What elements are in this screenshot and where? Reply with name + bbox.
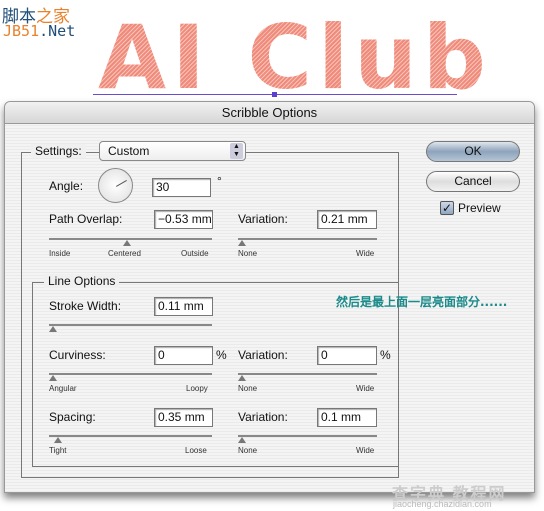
stroke-width-slider[interactable] <box>49 324 212 326</box>
curviness-label: Curviness: <box>49 348 106 362</box>
path-overlap-input[interactable]: −0.53 mm <box>154 210 213 229</box>
slider-label-none: None <box>238 446 258 455</box>
spacing-variation-slider[interactable] <box>238 435 377 437</box>
anchor-point[interactable] <box>272 92 277 97</box>
curviness-input[interactable]: 0 <box>154 346 213 365</box>
curviness-slider-thumb[interactable] <box>49 375 57 381</box>
curviness-variation-label: Variation: <box>238 348 288 362</box>
annotation-text: 然后是最上面一层亮面部分...... <box>336 295 508 309</box>
spacing-label: Spacing: <box>49 410 96 424</box>
angle-dial[interactable] <box>98 168 133 203</box>
line-options-title: Line Options <box>44 274 120 288</box>
path-overlap-variation-label: Variation: <box>238 212 288 226</box>
angle-input[interactable]: 30 <box>152 178 211 197</box>
site-logo-domain: JB51.Net <box>3 22 76 40</box>
cancel-button[interactable]: Cancel <box>426 171 520 192</box>
path-overlap-variation-slider[interactable] <box>238 238 377 240</box>
degree-unit: ° <box>217 174 222 188</box>
stroke-width-input[interactable]: 0.11 mm <box>154 297 213 316</box>
slider-label-loopy: Loopy <box>186 384 208 393</box>
curviness-unit: % <box>216 348 227 362</box>
path-overlap-variation-input[interactable]: 0.21 mm <box>317 210 377 229</box>
settings-value: Custom <box>108 144 150 158</box>
updown-arrows-icon: ▲ ▼ <box>230 143 243 159</box>
spacing-variation-label: Variation: <box>238 410 288 424</box>
spacing-slider-thumb[interactable] <box>54 437 62 443</box>
curviness-variation-slider-thumb[interactable] <box>238 375 246 381</box>
angle-dial-needle <box>116 180 127 187</box>
slider-label-angular: Angular <box>49 384 77 393</box>
scribble-artwork-text: AI Club <box>98 6 492 109</box>
path-overlap-variation-slider-thumb[interactable] <box>238 240 246 246</box>
path-overlap-slider-thumb[interactable] <box>123 240 131 246</box>
spacing-slider[interactable] <box>49 435 212 437</box>
spacing-variation-input[interactable]: 0.1 mm <box>317 408 377 427</box>
slider-label-outside: Outside <box>181 249 209 258</box>
preview-label: Preview <box>458 201 501 215</box>
curviness-variation-input[interactable]: 0 <box>317 346 377 365</box>
curviness-variation-unit: % <box>380 348 391 362</box>
slider-label-inside: Inside <box>49 249 71 258</box>
stroke-width-slider-thumb[interactable] <box>49 326 57 332</box>
slider-label-wide: Wide <box>356 249 375 258</box>
slider-label-centered: Centered <box>108 249 141 258</box>
angle-label: Angle: <box>49 179 84 193</box>
checkmark-icon: ✓ <box>441 201 453 215</box>
slider-label-loose: Loose <box>185 446 207 455</box>
slider-label-wide: Wide <box>356 384 375 393</box>
dialog-title: Scribble Options <box>5 102 534 124</box>
stroke-width-label: Stroke Width: <box>49 299 122 313</box>
slider-label-tight: Tight <box>49 446 67 455</box>
slider-label-none: None <box>238 249 258 258</box>
curviness-slider[interactable] <box>49 373 212 375</box>
slider-label-wide: Wide <box>356 446 375 455</box>
watermark-url: jiaocheng.chazidian.com <box>393 499 492 509</box>
ok-button[interactable]: OK <box>426 141 520 162</box>
path-overlap-label: Path Overlap: <box>49 212 123 226</box>
settings-label: Settings: <box>31 144 86 158</box>
curviness-variation-slider[interactable] <box>238 373 377 375</box>
preview-checkbox[interactable]: ✓ <box>440 201 454 215</box>
slider-label-none: None <box>238 384 258 393</box>
spacing-variation-slider-thumb[interactable] <box>238 437 246 443</box>
spacing-input[interactable]: 0.35 mm <box>154 408 213 427</box>
settings-dropdown[interactable]: Custom ▲ ▼ <box>99 141 246 161</box>
